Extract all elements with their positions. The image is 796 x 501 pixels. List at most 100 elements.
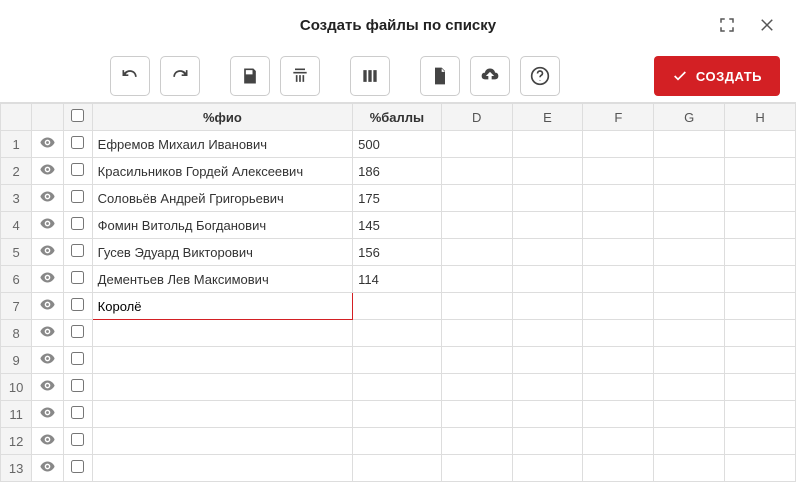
- cell-e[interactable]: [512, 212, 583, 239]
- cell-h[interactable]: [725, 293, 796, 320]
- cell-g[interactable]: [654, 428, 725, 455]
- cell-d[interactable]: [441, 347, 512, 374]
- cell-h[interactable]: [725, 131, 796, 158]
- undo-button[interactable]: [110, 56, 150, 96]
- cell-f[interactable]: [583, 347, 654, 374]
- cell-fio[interactable]: Фомин Витольд Богданович: [92, 212, 352, 239]
- close-icon[interactable]: [756, 14, 778, 36]
- cell-g[interactable]: [654, 185, 725, 212]
- table-row[interactable]: 2Красильников Гордей Алексеевич186: [1, 158, 796, 185]
- row-check[interactable]: [63, 455, 92, 482]
- cell-bally[interactable]: [353, 401, 442, 428]
- row-checkbox[interactable]: [71, 298, 84, 311]
- visibility-toggle[interactable]: [32, 428, 63, 455]
- cell-f[interactable]: [583, 455, 654, 482]
- cell-e[interactable]: [512, 455, 583, 482]
- header-fio[interactable]: %фио: [92, 104, 352, 131]
- cell-f[interactable]: [583, 158, 654, 185]
- header-col-d[interactable]: D: [441, 104, 512, 131]
- cell-d[interactable]: [441, 374, 512, 401]
- header-bally[interactable]: %баллы: [353, 104, 442, 131]
- row-checkbox[interactable]: [71, 190, 84, 203]
- cell-f[interactable]: [583, 185, 654, 212]
- header-col-f[interactable]: F: [583, 104, 654, 131]
- row-check[interactable]: [63, 320, 92, 347]
- cell-bally[interactable]: [353, 374, 442, 401]
- cell-f[interactable]: [583, 293, 654, 320]
- cell-d[interactable]: [441, 428, 512, 455]
- cell-f[interactable]: [583, 131, 654, 158]
- row-check[interactable]: [63, 266, 92, 293]
- visibility-toggle[interactable]: [32, 185, 63, 212]
- visibility-toggle[interactable]: [32, 293, 63, 320]
- row-check[interactable]: [63, 158, 92, 185]
- cell-h[interactable]: [725, 401, 796, 428]
- cell-bally[interactable]: 145: [353, 212, 442, 239]
- cell-e[interactable]: [512, 266, 583, 293]
- table-row[interactable]: 6Дементьев Лев Максимович114: [1, 266, 796, 293]
- header-col-h[interactable]: H: [725, 104, 796, 131]
- cell-f[interactable]: [583, 320, 654, 347]
- cell-h[interactable]: [725, 320, 796, 347]
- cell-g[interactable]: [654, 212, 725, 239]
- cell-fio[interactable]: [92, 320, 352, 347]
- cell-f[interactable]: [583, 212, 654, 239]
- cell-g[interactable]: [654, 158, 725, 185]
- row-checkbox[interactable]: [71, 217, 84, 230]
- cell-bally[interactable]: [353, 293, 442, 320]
- table-row[interactable]: 12: [1, 428, 796, 455]
- cell-d[interactable]: [441, 401, 512, 428]
- fullscreen-icon[interactable]: [716, 14, 738, 36]
- cell-g[interactable]: [654, 131, 725, 158]
- cell-fio[interactable]: [92, 455, 352, 482]
- row-check[interactable]: [63, 374, 92, 401]
- row-checkbox[interactable]: [71, 379, 84, 392]
- table-row[interactable]: 9: [1, 347, 796, 374]
- cell-bally[interactable]: [353, 347, 442, 374]
- cell-e[interactable]: [512, 131, 583, 158]
- cell-d[interactable]: [441, 158, 512, 185]
- cell-fio[interactable]: [92, 401, 352, 428]
- cell-e[interactable]: [512, 401, 583, 428]
- cell-f[interactable]: [583, 266, 654, 293]
- row-checkbox[interactable]: [71, 460, 84, 473]
- clear-button[interactable]: [280, 56, 320, 96]
- cell-e[interactable]: [512, 158, 583, 185]
- visibility-toggle[interactable]: [32, 401, 63, 428]
- cell-bally[interactable]: [353, 428, 442, 455]
- cell-g[interactable]: [654, 347, 725, 374]
- visibility-toggle[interactable]: [32, 239, 63, 266]
- cell-e[interactable]: [512, 428, 583, 455]
- cell-e[interactable]: [512, 239, 583, 266]
- cell-d[interactable]: [441, 239, 512, 266]
- save-button[interactable]: [230, 56, 270, 96]
- row-checkbox[interactable]: [71, 325, 84, 338]
- header-check[interactable]: [63, 104, 92, 131]
- visibility-toggle[interactable]: [32, 320, 63, 347]
- file-button[interactable]: [420, 56, 460, 96]
- row-checkbox[interactable]: [71, 433, 84, 446]
- cell-d[interactable]: [441, 185, 512, 212]
- table-row[interactable]: 10: [1, 374, 796, 401]
- row-check[interactable]: [63, 212, 92, 239]
- row-checkbox[interactable]: [71, 136, 84, 149]
- cell-e[interactable]: [512, 293, 583, 320]
- cell-h[interactable]: [725, 428, 796, 455]
- cell-input[interactable]: [93, 293, 352, 319]
- cell-g[interactable]: [654, 320, 725, 347]
- row-checkbox[interactable]: [71, 244, 84, 257]
- table-row[interactable]: 3Соловьёв Андрей Григорьевич175: [1, 185, 796, 212]
- cell-d[interactable]: [441, 455, 512, 482]
- cell-e[interactable]: [512, 374, 583, 401]
- visibility-toggle[interactable]: [32, 455, 63, 482]
- row-check[interactable]: [63, 347, 92, 374]
- cell-d[interactable]: [441, 212, 512, 239]
- cell-h[interactable]: [725, 239, 796, 266]
- data-table[interactable]: %фио %баллы D E F G H 1Ефремов Михаил Ив…: [0, 103, 796, 482]
- cell-fio[interactable]: Красильников Гордей Алексеевич: [92, 158, 352, 185]
- cell-bally[interactable]: 156: [353, 239, 442, 266]
- visibility-toggle[interactable]: [32, 131, 63, 158]
- table-row[interactable]: 1Ефремов Михаил Иванович500: [1, 131, 796, 158]
- upload-button[interactable]: [470, 56, 510, 96]
- cell-d[interactable]: [441, 320, 512, 347]
